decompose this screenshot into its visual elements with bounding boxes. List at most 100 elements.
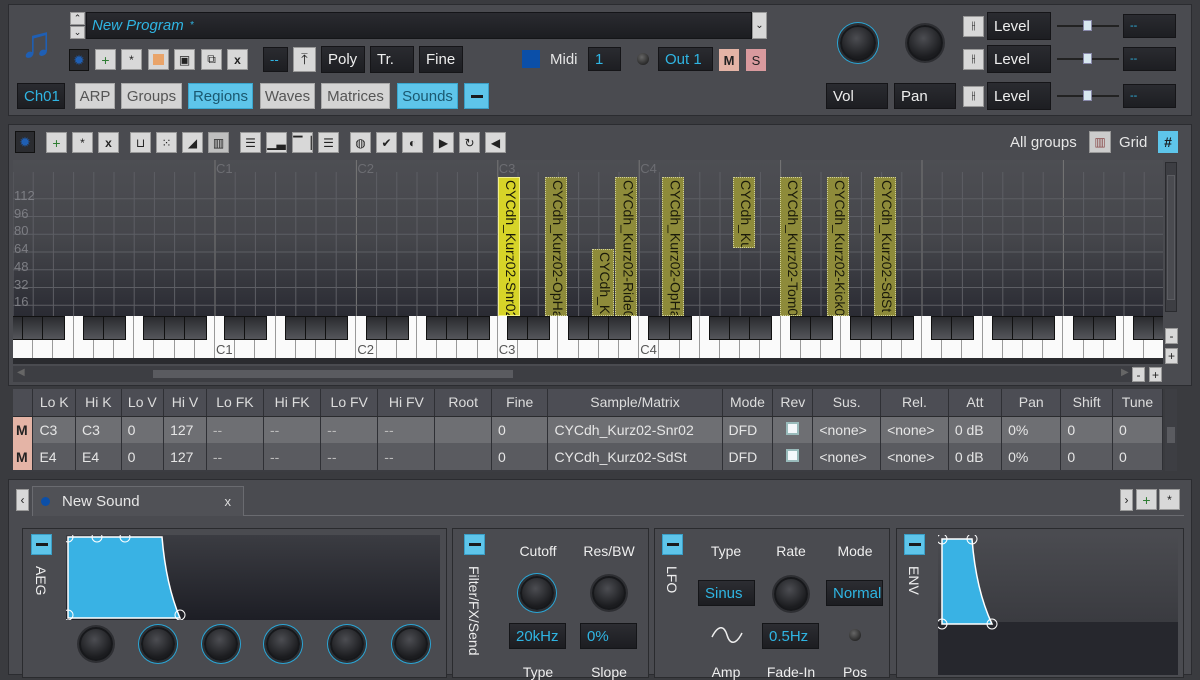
aeg-attack-knob[interactable]	[79, 627, 113, 661]
vertical-scrollbar[interactable]	[1165, 162, 1177, 312]
lfo-rate-knob[interactable]	[774, 577, 808, 611]
send-level-field[interactable]: Level	[987, 12, 1051, 40]
region-block[interactable]: CYCdh_Kurz02-Tom0	[779, 177, 802, 316]
res-value-field[interactable]: 0%	[580, 623, 637, 649]
region-block[interactable]: CYCdh_Kurz02-OpHa	[662, 177, 685, 316]
output-knob[interactable]	[637, 53, 649, 65]
tab-sounds[interactable]: Sounds	[397, 83, 458, 109]
grid-toggle-button[interactable]: #	[1158, 131, 1178, 153]
new-program-button[interactable]: *	[121, 49, 142, 70]
filter-collapse-button[interactable]	[464, 534, 485, 555]
grid-dots-icon[interactable]: ⁙	[156, 132, 177, 153]
column-header[interactable]: Sus.	[812, 389, 882, 417]
send-level-field[interactable]: Level	[987, 45, 1051, 73]
gear-button[interactable]: ✹	[69, 49, 89, 71]
vertical-zoom-in-button[interactable]: +	[1165, 348, 1178, 364]
black-key[interactable]	[810, 316, 833, 340]
send-mixer-icon[interactable]: ⫲	[963, 86, 984, 107]
globe-icon[interactable]: ◍	[350, 132, 371, 153]
close-icon[interactable]: x	[225, 494, 232, 509]
region-block[interactable]: CYCdh_Kurz02-OpHa	[544, 177, 567, 316]
mute-cell[interactable]: M	[13, 443, 34, 470]
sound-prev-button[interactable]: ‹	[16, 489, 29, 511]
add-region-button[interactable]: +	[46, 132, 67, 153]
column-header[interactable]: Tune	[1112, 389, 1163, 417]
black-key[interactable]	[466, 316, 490, 340]
column-header[interactable]: Hi K	[75, 389, 122, 417]
horizontal-scrollbar[interactable]: ◀ ▶	[13, 366, 1133, 382]
program-down-button[interactable]: ⌄	[70, 26, 85, 39]
black-key[interactable]	[244, 316, 268, 340]
aeg-velocity-knob[interactable]	[394, 627, 428, 661]
aeg-sustain-knob[interactable]	[266, 627, 300, 661]
new-sound-button[interactable]: *	[1159, 489, 1180, 510]
horizontal-zoom-out-button[interactable]: -	[1132, 367, 1145, 382]
black-key[interactable]	[1032, 316, 1056, 340]
black-key[interactable]	[183, 316, 207, 340]
send-level-slider[interactable]	[1057, 86, 1119, 106]
black-key[interactable]	[668, 316, 692, 340]
send-level-field[interactable]: Level	[987, 82, 1051, 110]
black-key[interactable]	[325, 316, 349, 340]
tab-groups[interactable]: Groups	[121, 83, 182, 109]
black-key[interactable]	[42, 316, 66, 340]
aeg-collapse-button[interactable]	[31, 534, 52, 555]
check-icon[interactable]: ✔	[376, 132, 397, 153]
editor-gear-button[interactable]: ✹	[15, 131, 35, 153]
new-region-button[interactable]: *	[72, 132, 93, 153]
add-program-button[interactable]: +	[95, 49, 116, 70]
vertical-zoom-out-button[interactable]: -	[1165, 328, 1178, 344]
column-header[interactable]: Att	[948, 389, 1003, 417]
send-mixer-icon[interactable]: ⫲	[963, 16, 984, 37]
aeg-decay-knob[interactable]	[204, 627, 238, 661]
table-scrollbar[interactable]	[1165, 389, 1177, 471]
align-top-icon[interactable]: ▔▕	[292, 132, 313, 153]
channel-field[interactable]: Ch01	[17, 83, 65, 109]
black-key[interactable]	[951, 316, 975, 340]
loop-icon[interactable]: ↻	[459, 132, 480, 153]
column-header[interactable]: Lo V	[121, 389, 165, 417]
tab-matrices[interactable]: Matrices	[321, 83, 390, 109]
volume-knob[interactable]	[840, 25, 876, 61]
lfo-rate-value-field[interactable]: 0.5Hz	[762, 623, 819, 649]
aeg-release-knob[interactable]	[330, 627, 364, 661]
black-key[interactable]	[608, 316, 631, 340]
duplicate-button[interactable]: ⧉	[201, 49, 222, 70]
region-block[interactable]: CYCdh_Kurz02-SdSt	[873, 177, 896, 316]
column-header[interactable]: Pan	[1001, 389, 1062, 417]
reverse-checkbox[interactable]	[772, 443, 814, 470]
lfo-pos-knob[interactable]	[849, 629, 861, 641]
lfo-type-select[interactable]: Sinus	[698, 580, 755, 606]
cutoff-value-field[interactable]: 20kHz	[509, 623, 566, 649]
column-header[interactable]: Fine	[491, 389, 549, 417]
midi-channel-field[interactable]: 1	[588, 47, 621, 71]
send-level-slider[interactable]	[1057, 49, 1119, 69]
black-key[interactable]	[749, 316, 773, 340]
region-block[interactable]: CYCdh_Kurz02-Snr02	[497, 177, 520, 316]
column-header[interactable]: Lo FV	[320, 389, 379, 417]
column-header[interactable]: Mode	[722, 389, 774, 417]
black-key[interactable]	[385, 316, 409, 340]
column-header[interactable]: Lo FK	[206, 389, 265, 417]
program-name-field[interactable]: New Program *	[86, 12, 752, 39]
program-dropdown-button[interactable]: ⌄	[752, 12, 767, 39]
region-block[interactable]: CYCdh_Ku	[732, 177, 755, 249]
column-header[interactable]: Hi FV	[377, 389, 436, 417]
transpose-button[interactable]: Tr.	[370, 46, 414, 73]
column-header[interactable]: Lo K	[32, 389, 77, 417]
mute-cell[interactable]: M	[13, 416, 34, 443]
all-groups-button[interactable]: ▥	[1089, 131, 1111, 153]
black-key[interactable]	[1153, 316, 1163, 340]
tab-waves[interactable]: Waves	[260, 83, 315, 109]
scroll-left-icon[interactable]: ◀	[17, 367, 25, 378]
env-envelope-display[interactable]	[938, 535, 1178, 675]
tab-arp[interactable]: ARP	[75, 83, 115, 109]
lfo-mode-select[interactable]: Normal	[826, 580, 883, 606]
env-collapse-button[interactable]	[904, 534, 925, 555]
keyboard-icon[interactable]: ▥	[208, 132, 229, 153]
play-icon[interactable]: ▶	[433, 132, 454, 153]
black-key[interactable]	[103, 316, 126, 340]
tab-regions[interactable]: Regions	[188, 83, 253, 109]
dash-field[interactable]: --	[263, 47, 288, 72]
black-key[interactable]	[527, 316, 551, 340]
